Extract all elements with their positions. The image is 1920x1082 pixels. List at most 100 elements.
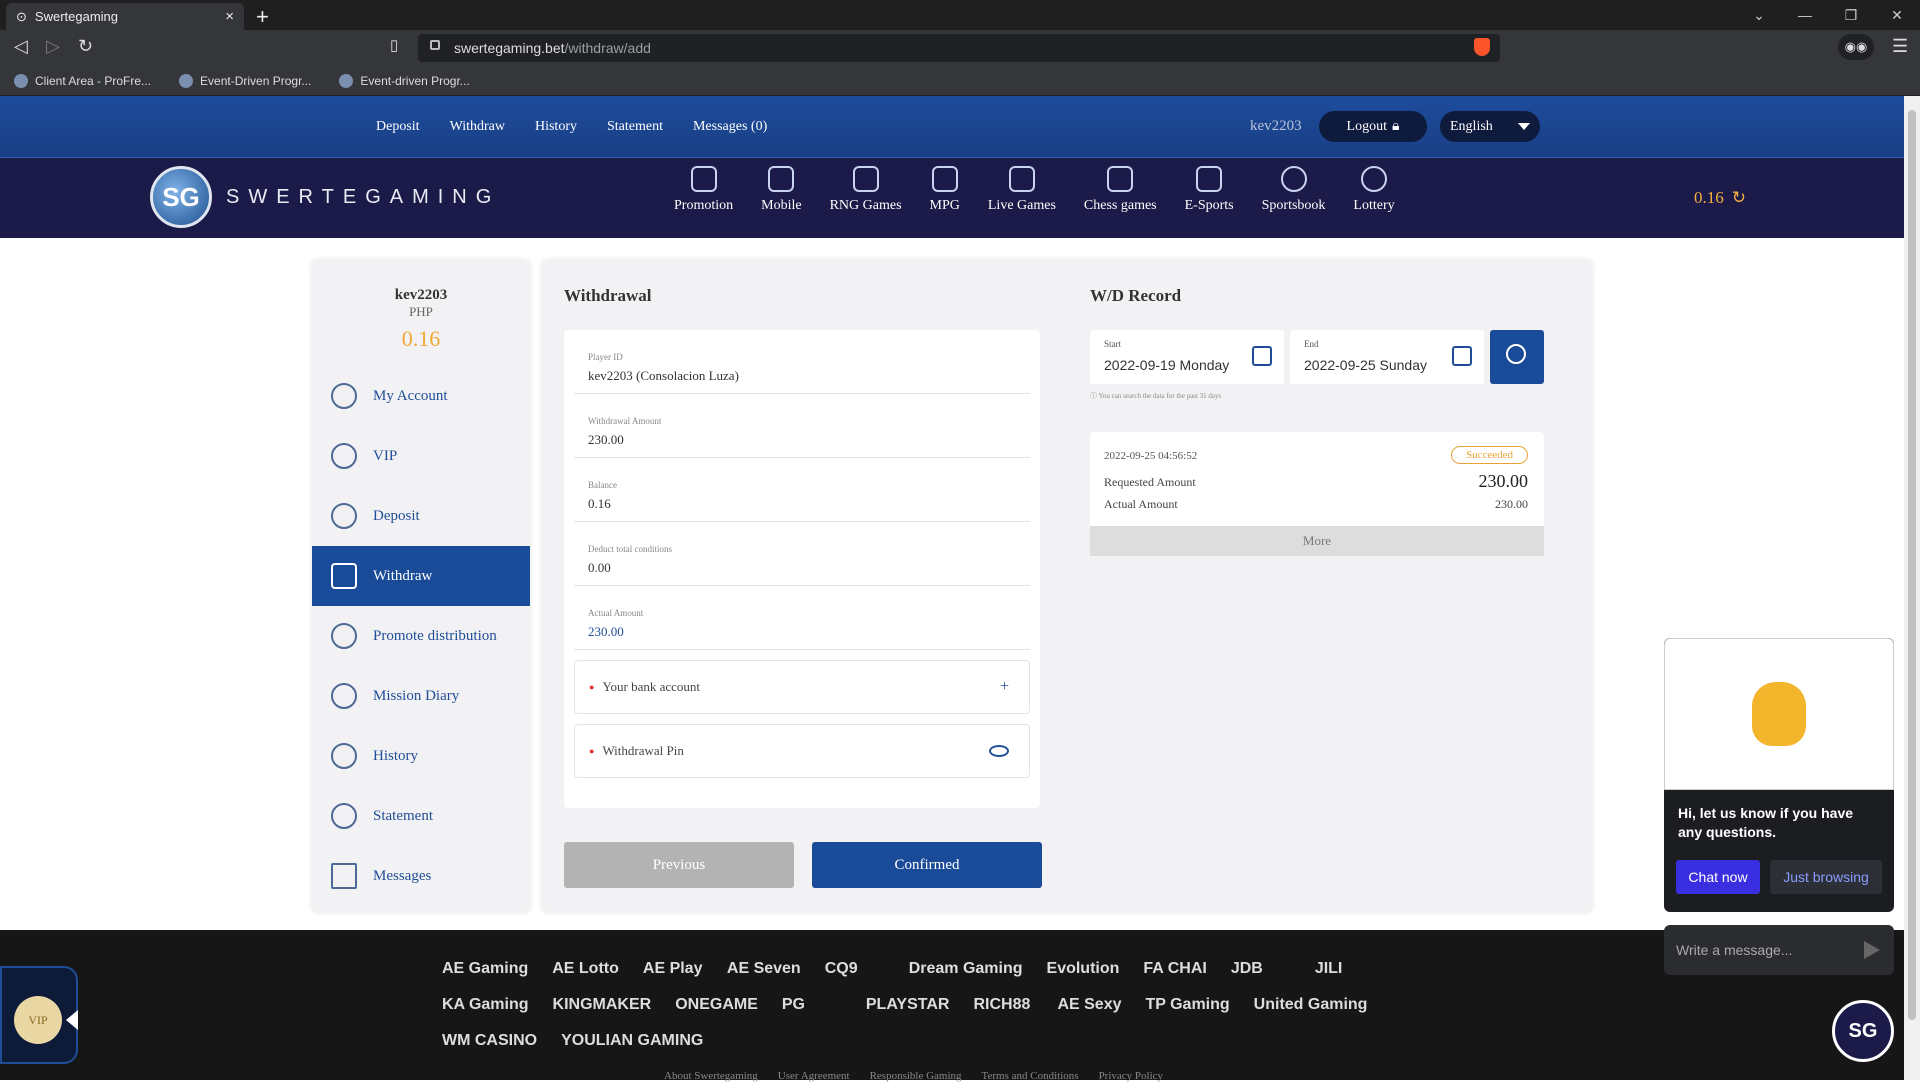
checklist-icon xyxy=(331,683,357,709)
provider-logo[interactable]: RICH88 xyxy=(973,996,1033,1014)
sidebar-item-my-account[interactable]: My Account xyxy=(312,366,530,426)
sidebar-item-withdraw[interactable]: Withdraw xyxy=(312,546,530,606)
provider-logo[interactable]: JDB xyxy=(1231,960,1291,978)
game-nav-sportsbook[interactable]: Sportsbook xyxy=(1248,166,1340,214)
provider-logo[interactable]: PLAYSTAR xyxy=(866,996,950,1014)
back-icon[interactable]: ◁ xyxy=(14,36,28,57)
game-nav-mobile[interactable]: Mobile xyxy=(747,166,815,214)
brave-shield-icon[interactable] xyxy=(1474,38,1490,56)
page-scrollbar[interactable] xyxy=(1904,96,1920,1080)
logout-button[interactable]: Logout 🔒︎ xyxy=(1319,111,1427,142)
more-button[interactable]: More xyxy=(1090,526,1544,556)
game-nav-promotion[interactable]: Promotion xyxy=(660,166,747,214)
reload-icon[interactable]: ↻ xyxy=(78,36,93,57)
actual-label: Actual Amount xyxy=(1104,497,1178,511)
game-nav-chess[interactable]: Chess games xyxy=(1070,166,1171,214)
provider-logo[interactable]: ONEGAME xyxy=(675,996,758,1014)
footer-link[interactable]: Terms and Conditions xyxy=(982,1070,1079,1082)
main-panel: Withdrawal Player ID kev2203 (Consolacion… xyxy=(542,260,1592,912)
provider-logo[interactable]: AE Play xyxy=(643,960,703,978)
sidebar-item-messages[interactable]: Messages xyxy=(312,846,530,906)
vip-badge-icon xyxy=(331,443,357,469)
provider-logo[interactable]: WM CASINO xyxy=(442,1032,537,1050)
bookmark-item[interactable]: Client Area - ProFre... xyxy=(14,73,151,88)
sidebar-item-promote[interactable]: Promote distribution xyxy=(312,606,530,666)
extension-icon[interactable]: ◉◉ xyxy=(1838,34,1874,60)
sidebar-item-mission-diary[interactable]: Mission Diary xyxy=(312,666,530,726)
provider-logo[interactable]: AE Lotto xyxy=(552,960,619,978)
bookmark-item[interactable]: Event-Driven Progr... xyxy=(179,73,311,88)
nav-deposit[interactable]: Deposit xyxy=(376,119,420,135)
scrollbar-thumb[interactable] xyxy=(1908,110,1916,1020)
provider-logo[interactable]: Dream Gaming xyxy=(909,960,1023,978)
game-nav-lottery[interactable]: Lottery xyxy=(1339,166,1408,214)
provider-logo[interactable]: YOULIAN GAMING xyxy=(561,1032,703,1050)
sidebar-item-history[interactable]: History xyxy=(312,726,530,786)
provider-logo[interactable]: KA Gaming xyxy=(442,996,529,1014)
forward-icon[interactable]: ▷ xyxy=(46,36,60,57)
restore-icon[interactable]: ❐ xyxy=(1828,0,1874,30)
vip-widget[interactable]: VIP xyxy=(0,966,78,1064)
send-icon[interactable] xyxy=(1864,941,1880,959)
minimize-icon[interactable]: — xyxy=(1782,0,1828,30)
provider-logo[interactable]: AE Gaming xyxy=(442,960,528,978)
chat-now-button[interactable]: Chat now xyxy=(1676,860,1760,894)
provider-logo[interactable]: AE Sexy xyxy=(1057,996,1121,1014)
provider-logo[interactable]: JILI xyxy=(1315,960,1375,978)
provider-logo[interactable]: TP Gaming xyxy=(1146,996,1230,1014)
game-nav-rng[interactable]: RNG Games xyxy=(816,166,916,214)
close-tab-icon[interactable]: × xyxy=(225,8,234,25)
nav-statement[interactable]: Statement xyxy=(607,119,663,135)
provider-logo[interactable]: KINGMAKER xyxy=(553,996,652,1014)
refresh-icon[interactable]: ↻ xyxy=(1732,188,1746,208)
footer-links: About Swertegaming User Agreement Respon… xyxy=(664,1070,1163,1082)
bookmark-icon[interactable]: ▯ xyxy=(390,36,398,54)
game-nav-esports[interactable]: E-Sports xyxy=(1171,166,1248,214)
provider-logo[interactable]: FA CHAI xyxy=(1143,960,1206,978)
sidebar-item-deposit[interactable]: Deposit xyxy=(312,486,530,546)
footer-link[interactable]: Responsible Gaming xyxy=(870,1070,962,1082)
withdrawal-pin-field[interactable]: ● Withdrawal Pin xyxy=(574,724,1030,778)
sidebar-item-label: My Account xyxy=(373,387,448,404)
eye-icon[interactable] xyxy=(989,745,1009,757)
chat-message-input[interactable]: Write a message... xyxy=(1664,925,1894,975)
footer-link[interactable]: User Agreement xyxy=(778,1070,850,1082)
provider-logo[interactable]: Evolution xyxy=(1047,960,1120,978)
nav-withdraw[interactable]: Withdraw xyxy=(450,119,505,135)
collapse-arrow-icon[interactable] xyxy=(66,1010,78,1030)
support-fab-button[interactable]: SG xyxy=(1832,1000,1894,1062)
game-nav-label: Lottery xyxy=(1353,198,1395,213)
footer-link[interactable]: Privacy Policy xyxy=(1099,1070,1163,1082)
game-nav-label: MPG xyxy=(929,198,960,213)
provider-logo[interactable]: CQ9 xyxy=(825,960,885,978)
sidebar-item-vip[interactable]: VIP xyxy=(312,426,530,486)
nav-messages[interactable]: Messages (0) xyxy=(693,119,767,135)
site-logo[interactable]: SG SWERTEGAMING xyxy=(150,166,500,228)
browser-tab[interactable]: ⊙ Swertegaming × xyxy=(6,3,244,30)
provider-logo[interactable]: AE Seven xyxy=(727,960,801,978)
provider-logo[interactable]: PG xyxy=(782,996,842,1014)
game-nav-mpg[interactable]: MPG xyxy=(916,166,974,214)
sidebar-item-statement[interactable]: Statement xyxy=(312,786,530,846)
bookmark-item[interactable]: Event-driven Progr... xyxy=(339,73,470,88)
menu-icon[interactable]: ☰ xyxy=(1892,36,1908,57)
mouse-icon xyxy=(1196,166,1223,192)
confirm-button[interactable]: Confirmed xyxy=(812,842,1042,888)
language-select[interactable]: English xyxy=(1440,111,1540,142)
new-tab-button[interactable]: + xyxy=(256,4,269,30)
nav-history[interactable]: History xyxy=(535,119,577,135)
start-date-picker[interactable]: Start 2022-09-19 Monday xyxy=(1090,330,1284,384)
add-icon[interactable]: + xyxy=(1000,678,1009,696)
clock-icon xyxy=(331,803,357,829)
bank-account-select[interactable]: ● Your bank account + xyxy=(574,660,1030,714)
end-date-picker[interactable]: End 2022-09-25 Sunday xyxy=(1290,330,1484,384)
close-window-icon[interactable]: ✕ xyxy=(1874,0,1920,30)
just-browsing-button[interactable]: Just browsing xyxy=(1770,860,1882,894)
provider-logo[interactable]: United Gaming xyxy=(1254,996,1368,1014)
previous-button[interactable]: Previous xyxy=(564,842,794,888)
game-nav-live[interactable]: Live Games xyxy=(974,166,1070,214)
footer-link[interactable]: About Swertegaming xyxy=(664,1070,758,1082)
url-field[interactable]: swertegaming.bet/withdraw/add xyxy=(418,34,1500,62)
tab-search-icon[interactable]: ⌄ xyxy=(1736,0,1782,30)
search-button[interactable] xyxy=(1490,330,1544,384)
